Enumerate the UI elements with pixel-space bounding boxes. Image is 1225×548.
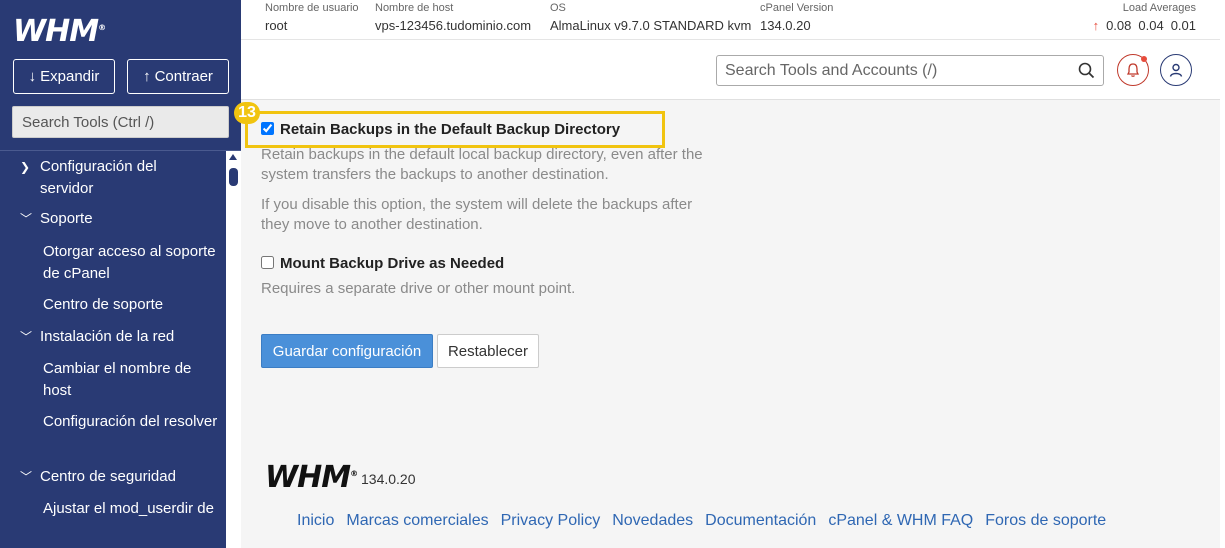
sidebar-divider (0, 150, 241, 151)
footer-link-novedades[interactable]: Novedades (612, 512, 693, 530)
header-divider (241, 39, 1220, 40)
retain-backups-checkbox[interactable] (261, 122, 274, 135)
sidebar-search-input[interactable]: Search Tools (Ctrl /) (12, 106, 229, 138)
load-averages: Load Averages ↑ 0.08 0.04 0.01 (1081, 0, 1196, 36)
sidebar-item-centro-soporte[interactable]: Centro de soporte (43, 294, 218, 316)
sidebar-item-configuracion-servidor[interactable]: ❯ Configuración del servidor (20, 156, 200, 200)
header: Nombre de usuario root Nombre de host vp… (241, 0, 1220, 100)
sidebar-item-otorgar-acceso[interactable]: Otorgar acceso al soporte de cPanel (43, 241, 218, 285)
reset-button[interactable]: Restablecer (437, 334, 539, 368)
retain-help-text: Retain backups in the default local back… (261, 146, 703, 183)
footer-link-foros[interactable]: Foros de soporte (985, 512, 1106, 530)
mount-backup-checkbox[interactable] (261, 256, 274, 269)
retain-help-text-2: If you disable this option, the system w… (261, 196, 693, 233)
os-info: OS AlmaLinux v9.7.0 STANDARD kvm (550, 2, 752, 33)
search-tools-accounts-input[interactable]: Search Tools and Accounts (/) (716, 55, 1104, 86)
chevron-down-icon: ﹀ (20, 212, 33, 226)
footer-link-privacy[interactable]: Privacy Policy (501, 512, 601, 530)
retain-backups-label[interactable]: Retain Backups in the Default Backup Dir… (280, 121, 620, 138)
sidebar-item-soporte[interactable]: ﹀ Soporte (20, 208, 93, 230)
collapse-button[interactable]: ↑ Contraer (127, 59, 229, 94)
footer-version: 134.0.20 (361, 471, 416, 487)
mount-backup-label[interactable]: Mount Backup Drive as Needed (280, 255, 504, 272)
footer-link-faq[interactable]: cPanel & WHM FAQ (828, 512, 973, 530)
footer-link-marcas[interactable]: Marcas comerciales (346, 512, 488, 530)
sidebar-item-mod-userdir[interactable]: Ajustar el mod_userdir de (43, 498, 218, 520)
page-scrollbar[interactable] (1220, 0, 1225, 548)
save-configuration-button[interactable]: Guardar configuración (261, 334, 433, 368)
mount-help-text: Requires a separate drive or other mount… (261, 280, 576, 297)
footer-whm-logo: WHM® (265, 460, 358, 495)
footer-links: Inicio Marcas comerciales Privacy Policy… (297, 512, 1106, 530)
notifications-button[interactable] (1117, 54, 1149, 86)
hostname-info: Nombre de host vps-123456.tudominio.com (375, 2, 532, 33)
scroll-thumb[interactable] (229, 168, 238, 186)
footer-link-inicio[interactable]: Inicio (297, 512, 334, 530)
chevron-down-icon: ﹀ (20, 470, 33, 484)
bell-icon (1126, 63, 1140, 77)
sidebar-nav: ❯ Configuración del servidor ﹀ Soporte O… (0, 152, 226, 548)
notification-dot (1141, 56, 1147, 62)
chevron-right-icon: ❯ (20, 160, 31, 174)
step-badge: 13 (234, 102, 260, 124)
username-info: Nombre de usuario root (265, 2, 359, 33)
scroll-up-icon[interactable] (229, 154, 237, 160)
sidebar-item-instalacion-red[interactable]: ﹀ Instalación de la red (20, 326, 174, 348)
sidebar-item-cambiar-host[interactable]: Cambiar el nombre de host (43, 358, 218, 402)
expand-button[interactable]: ↓ Expandir (13, 59, 115, 94)
sidebar-scrollbar[interactable] (226, 151, 241, 548)
arrow-down-icon: ↓ (28, 68, 37, 85)
version-info: cPanel Version 134.0.20 (760, 2, 834, 33)
footer-link-documentacion[interactable]: Documentación (705, 512, 816, 530)
arrow-up-icon: ↑ (1092, 18, 1100, 33)
user-icon (1169, 63, 1183, 77)
sidebar-item-resolver[interactable]: Configuración del resolver (43, 411, 218, 433)
sidebar: WHM® ↓ Expandir ↑ Contraer Search Tools … (0, 0, 241, 548)
whm-logo[interactable]: WHM® (13, 14, 106, 49)
chevron-down-icon: ﹀ (20, 330, 33, 344)
sidebar-item-centro-seguridad[interactable]: ﹀ Centro de seguridad (20, 466, 176, 488)
arrow-up-icon: ↑ (143, 68, 151, 85)
search-icon[interactable] (1078, 62, 1095, 79)
user-menu-button[interactable] (1160, 54, 1192, 86)
